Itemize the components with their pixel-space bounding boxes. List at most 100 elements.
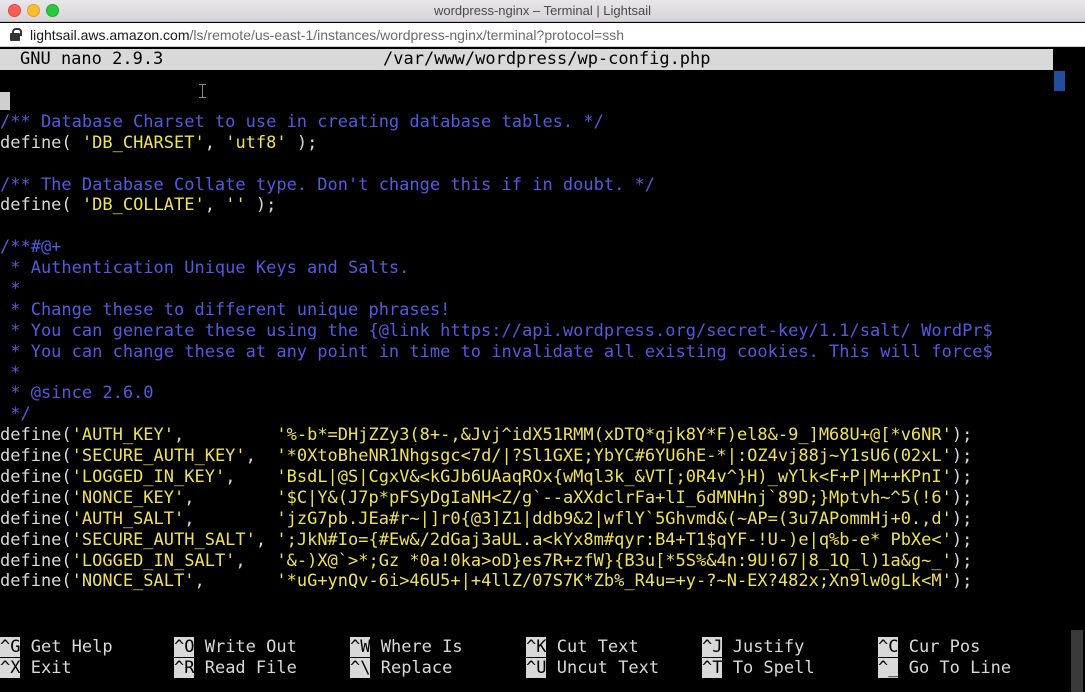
shortcut-item: ^T To Spell: [702, 658, 815, 679]
code-line: * You can generate these using the {@lin…: [0, 321, 1070, 342]
code-line: define( 'DB_CHARSET', 'utf8' );: [0, 133, 1070, 154]
code-string: '$C|Y&(J7p*pFSyDgIaNH<Z/g`--aXXdclrFa+lI…: [276, 487, 952, 508]
code-string: 'DB_CHARSET': [81, 132, 205, 153]
url-host: lightsail.aws.amazon.com: [30, 27, 190, 43]
code-string: '&-)X@`>*;Gz *0a!0ka>oD}es7R+zfW}{B3u[*5…: [276, 550, 952, 571]
shortcut-item: ^_ Go To Line: [878, 658, 1011, 679]
code-string: 'utf8': [225, 132, 287, 153]
scrollbar-thumb[interactable]: [1054, 71, 1065, 91]
shortcut-label: Justify: [722, 637, 805, 657]
shortcut-item: ^X Exit: [0, 658, 72, 679]
code-text: );: [951, 425, 973, 446]
code-string: 'DB_COLLATE': [81, 195, 205, 216]
code-text: ,: [235, 550, 277, 571]
shortcut-key: ^W: [350, 637, 371, 657]
shortcut-label: Read File: [194, 658, 297, 678]
shortcut-label: To Spell: [722, 658, 815, 678]
code-line: define('NONCE_SALT', '*uG+ynQv-6i>46U5+|…: [0, 571, 1070, 592]
code-text: define(: [0, 550, 72, 571]
code-text: ,: [194, 571, 277, 592]
shortcut-label: Uncut Text: [546, 658, 660, 678]
editor-buffer[interactable]: /** Database Charset to use in creating …: [0, 91, 1070, 592]
shortcut-key: ^C: [878, 637, 899, 657]
code-line: /** The Database Collate type. Don't cha…: [0, 175, 1070, 196]
shortcut-item: ^G Get Help: [0, 637, 113, 658]
terminal[interactable]: GNU nano 2.9.3 /var/www/wordpress/wp-con…: [0, 48, 1085, 692]
code-line: define('LOGGED_IN_KEY', 'BsdL|@S|CgxV&<k…: [0, 467, 1070, 488]
shortcut-label: Get Help: [20, 637, 113, 657]
code-text: );: [951, 487, 973, 508]
scrollbar-track-end[interactable]: [1071, 630, 1083, 692]
code-comment: * @since 2.6.0: [0, 383, 154, 404]
shortcut-label: Replace: [370, 658, 453, 678]
shortcut-item: ^K Cut Text: [526, 637, 639, 658]
shortcut-key: ^U: [526, 658, 547, 678]
code-text: ,: [184, 487, 277, 508]
code-line: define('NONCE_KEY', '$C|Y&(J7p*pFSyDgIaN…: [0, 488, 1070, 509]
code-string: '': [225, 195, 246, 216]
code-string: 'BsdL|@S|CgxV&<kGJb6UAaqROx{wMql3k_&VT[;…: [276, 467, 952, 488]
shortcut-key: ^_: [878, 658, 899, 678]
code-text: ,: [174, 425, 277, 446]
shortcut-label: Cur Pos: [898, 637, 981, 657]
code-comment: /**#@+: [0, 237, 62, 258]
code-string: 'NONCE_KEY': [71, 487, 185, 508]
code-text: );: [245, 195, 277, 216]
shortcut-item: ^\ Replace: [350, 658, 452, 679]
shortcut-label: Exit: [20, 658, 72, 678]
code-text: );: [286, 132, 318, 153]
code-comment: */: [0, 404, 31, 425]
code-string: 'LOGGED_IN_SALT': [71, 550, 236, 571]
code-text: );: [951, 508, 973, 529]
code-string: '*uG+ynQv-6i>46U5+|+4llZ/07S7K*Zb%_R4u=+…: [276, 571, 952, 592]
code-line: */: [0, 404, 1070, 425]
shortcut-key: ^O: [174, 637, 195, 657]
code-comment: * You can change these at any point in t…: [0, 341, 993, 362]
shortcut-item: ^U Uncut Text: [526, 658, 659, 679]
code-line: define('SECURE_AUTH_SALT', ';JkN#Io={#Ew…: [0, 530, 1070, 551]
code-line: /** Database Charset to use in creating …: [0, 112, 1070, 133]
code-text: ,: [204, 132, 226, 153]
shortcut-label: Where Is: [370, 637, 463, 657]
code-string: '*0XtoBheNR1Nhgsgc<7d/|?Sl1GXE;YbYC#6YU6…: [276, 446, 952, 467]
shortcut-label: Write Out: [194, 637, 297, 657]
window-titlebar: wordpress-nginx – Terminal | Lightsail: [0, 0, 1085, 22]
url-path: /ls/remote/us-east-1/instances/wordpress…: [189, 27, 625, 43]
shortcut-key: ^\: [350, 658, 371, 678]
code-comment: /** The Database Collate type. Don't cha…: [0, 174, 656, 195]
code-text: ,: [225, 467, 277, 488]
code-text: ,: [204, 195, 226, 216]
code-line: * You can change these at any point in t…: [0, 342, 1070, 363]
address-bar[interactable]: lightsail.aws.amazon.com/ls/remote/us-ea…: [0, 23, 1085, 47]
code-string: ';JkN#Io={#Ew&/2dGaj3aUL.a<kYx8m#qyr:B4+…: [276, 529, 952, 550]
code-text: define(: [0, 446, 72, 467]
shortcut-item: ^W Where Is: [350, 637, 463, 658]
code-text: );: [951, 446, 973, 467]
shortcut-label: Go To Line: [898, 658, 1012, 678]
code-comment: * You can generate these using the {@lin…: [0, 320, 993, 341]
code-string: 'NONCE_SALT': [71, 571, 195, 592]
code-text: ,: [184, 508, 277, 529]
code-line: define('AUTH_SALT', 'jzG7pb.JEa#r~|]r0{@…: [0, 509, 1070, 530]
nano-title-bar: GNU nano 2.9.3 /var/www/wordpress/wp-con…: [0, 49, 1053, 70]
code-line: * @since 2.6.0: [0, 383, 1070, 404]
code-comment: *: [0, 279, 21, 300]
code-line: define('AUTH_KEY', '%-b*=DHjZZy3(8+-,&Jv…: [0, 425, 1070, 446]
code-text: );: [951, 467, 973, 488]
shortcut-key: ^R: [174, 658, 195, 678]
shortcut-item: ^C Cur Pos: [878, 637, 980, 658]
code-text: );: [951, 571, 973, 592]
code-string: 'SECURE_AUTH_KEY': [71, 446, 246, 467]
code-line: *: [0, 279, 1070, 300]
code-string: 'LOGGED_IN_KEY': [71, 467, 226, 488]
code-comment: /** Database Charset to use in creating …: [0, 111, 604, 132]
code-text: ,: [255, 529, 277, 550]
code-line: define( 'DB_COLLATE', '' );: [0, 195, 1070, 216]
shortcut-item: ^J Justify: [702, 637, 804, 658]
code-text: define(: [0, 529, 72, 550]
code-text: define(: [0, 425, 72, 446]
code-line: *: [0, 363, 1070, 384]
